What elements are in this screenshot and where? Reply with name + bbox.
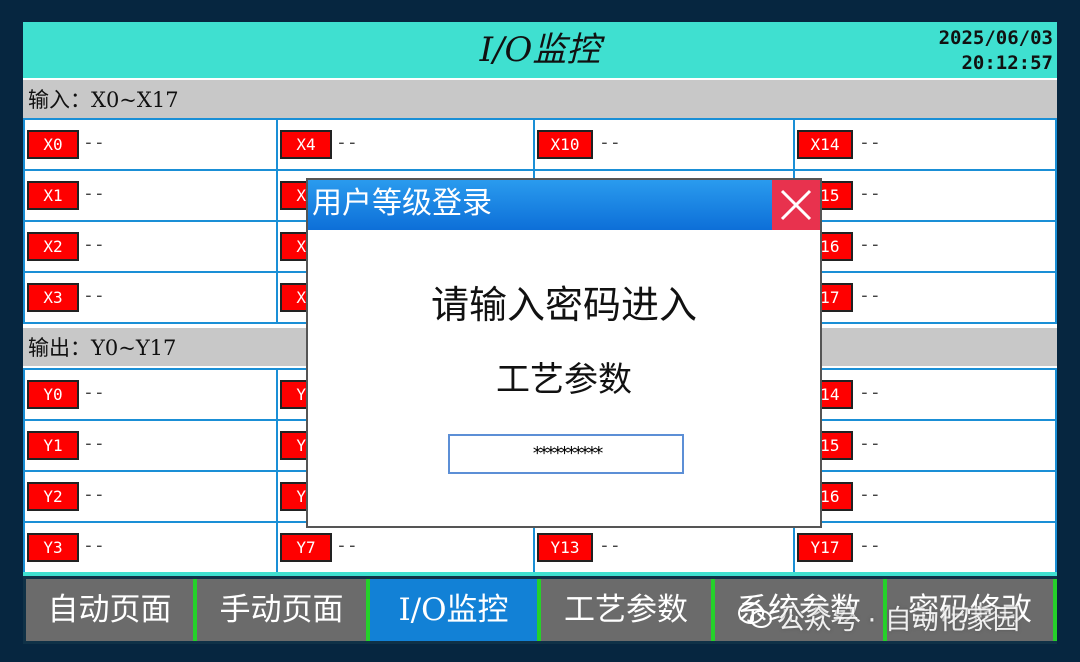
- output-cell: Y1 --: [23, 419, 278, 472]
- watermark-text: 公众号 · 自动化家园: [778, 605, 1020, 636]
- output-tag: Y3: [27, 533, 79, 562]
- page-title: I/O监控: [479, 30, 601, 70]
- input-tag: X1: [27, 181, 79, 210]
- date-text: 2025/06/03: [938, 27, 1053, 49]
- input-status: --: [83, 132, 105, 153]
- input-status: --: [336, 132, 358, 153]
- output-cell: Y16 --: [793, 470, 1057, 523]
- dialog-subtitle: 工艺参数: [496, 360, 632, 400]
- output-status: --: [859, 535, 881, 556]
- nav-button-3[interactable]: I/O监控: [370, 579, 541, 641]
- input-cell: X4 --: [276, 118, 535, 171]
- output-cell: Y0 --: [23, 368, 278, 421]
- output-tag: Y13: [537, 533, 593, 562]
- input-status: --: [83, 285, 105, 306]
- output-status: --: [859, 382, 881, 403]
- input-status: --: [859, 234, 881, 255]
- output-tag: Y7: [280, 533, 332, 562]
- output-tag: Y0: [27, 380, 79, 409]
- watermark: 公众号 · 自动化家园: [738, 597, 1058, 645]
- output-cell: Y7 --: [276, 521, 535, 574]
- datetime-display: 2025/06/03 20:12:57: [939, 26, 1053, 76]
- input-status: --: [83, 234, 105, 255]
- output-cell: Y2 --: [23, 470, 278, 523]
- close-icon: [780, 189, 812, 221]
- dialog-title: 用户等级登录: [308, 180, 820, 230]
- output-cell: Y14 --: [793, 368, 1057, 421]
- output-status: --: [859, 433, 881, 454]
- header-bar: I/O监控 2025/06/03 20:12:57: [23, 22, 1057, 78]
- dialog-prompt: 请输入密码进入: [430, 283, 697, 327]
- input-tag: X14: [797, 130, 853, 159]
- input-cell: X10 --: [533, 118, 795, 171]
- input-status: --: [599, 132, 621, 153]
- time-text: 20:12:57: [961, 52, 1053, 74]
- output-tag: Y2: [27, 482, 79, 511]
- output-cell: Y3 --: [23, 521, 278, 574]
- input-status: --: [83, 183, 105, 204]
- input-cell: X16 --: [793, 220, 1057, 273]
- output-cell: Y15 --: [793, 419, 1057, 472]
- output-cell: Y17 --: [793, 521, 1057, 574]
- output-tag: Y1: [27, 431, 79, 460]
- close-button[interactable]: [772, 180, 820, 230]
- input-status: --: [859, 183, 881, 204]
- nav-button-2[interactable]: 手动页面: [197, 579, 370, 641]
- input-cell: X0 --: [23, 118, 278, 171]
- input-section-label: 输入：X0~X17: [23, 80, 1057, 118]
- output-status: --: [83, 433, 105, 454]
- nav-button-4[interactable]: 工艺参数: [541, 579, 715, 641]
- nav-button-1[interactable]: 自动页面: [26, 579, 197, 641]
- input-status: --: [859, 132, 881, 153]
- output-status: --: [336, 535, 358, 556]
- output-cell: Y13 --: [533, 521, 795, 574]
- input-cell: X3 --: [23, 271, 278, 324]
- input-cell: X17 --: [793, 271, 1057, 324]
- input-status: --: [859, 285, 881, 306]
- wechat-icon: [738, 598, 772, 646]
- input-cell: X1 --: [23, 169, 278, 222]
- output-status: --: [83, 535, 105, 556]
- input-cell: X15 --: [793, 169, 1057, 222]
- input-tag: X10: [537, 130, 593, 159]
- output-status: --: [859, 484, 881, 505]
- login-dialog: 用户等级登录 请输入密码进入 工艺参数 **********: [306, 178, 822, 528]
- input-tag: X0: [27, 130, 79, 159]
- output-tag: Y17: [797, 533, 853, 562]
- password-input[interactable]: **********: [448, 434, 684, 474]
- input-tag: X3: [27, 283, 79, 312]
- input-tag: X2: [27, 232, 79, 261]
- output-status: --: [83, 484, 105, 505]
- input-cell: X2 --: [23, 220, 278, 273]
- output-status: --: [83, 382, 105, 403]
- input-cell: X14 --: [793, 118, 1057, 171]
- output-status: --: [599, 535, 621, 556]
- input-tag: X4: [280, 130, 332, 159]
